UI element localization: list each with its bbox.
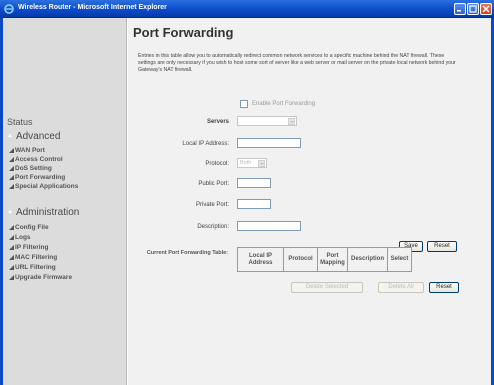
close-icon: [482, 5, 490, 13]
sidebar-item-label: Upgrade Firmware: [15, 274, 73, 281]
minimize-button[interactable]: [454, 3, 466, 15]
minimize-icon: [457, 10, 461, 12]
internet-explorer-icon: [4, 4, 14, 14]
sidebar-item-label: Config File: [15, 224, 49, 231]
table-reset-button[interactable]: Reset: [429, 282, 459, 293]
enable-port-forwarding-label: Enable Port Forwarding: [252, 101, 316, 107]
sidebar-item-label: URL Filtering: [15, 264, 56, 271]
triangle-icon: ▲: [7, 209, 13, 216]
port-forwarding-table-label: Current Port Forwarding Table:: [146, 250, 228, 256]
local-ip-input[interactable]: [237, 138, 301, 148]
window-title: Wireless Router - Microsoft Internet Exp…: [18, 4, 167, 11]
close-button[interactable]: [480, 3, 492, 15]
delete-all-button[interactable]: Delete All: [378, 282, 424, 293]
sidebar-item-dos-setting[interactable]: DoS Setting: [9, 165, 52, 172]
local-ip-label: Local IP Address:: [182, 141, 229, 147]
triangle-icon: ▲: [7, 133, 13, 140]
column-header: Protocol: [283, 247, 318, 272]
servers-label: Servers: [206, 119, 229, 125]
chevron-down-icon: [288, 118, 295, 125]
sidebar-item-config-file[interactable]: Config File: [9, 224, 49, 231]
sidebar-item-url-filtering[interactable]: URL Filtering: [9, 264, 56, 271]
chevron-down-icon: [258, 160, 265, 167]
column-header: Select: [387, 247, 412, 272]
arrow-bullet-icon: [9, 234, 14, 240]
arrow-bullet-icon: [9, 254, 14, 260]
window-titlebar: Wireless Router - Microsoft Internet Exp…: [0, 0, 494, 18]
column-header: Local IP Address: [237, 247, 284, 272]
sidebar: [3, 18, 127, 385]
arrow-bullet-icon: [9, 183, 14, 189]
description-label: Description:: [197, 224, 229, 230]
sidebar-item-logs[interactable]: Logs: [9, 234, 31, 241]
public-port-input[interactable]: [237, 178, 271, 188]
protocol-label: Protocol:: [205, 161, 229, 167]
sidebar-item-wan-port[interactable]: WAN Port: [9, 147, 45, 154]
page-title: Port Forwarding: [133, 25, 234, 40]
arrow-bullet-icon: [9, 147, 14, 153]
table-header-row: Local IP Address Protocol Port Mapping D…: [237, 247, 412, 272]
maximize-button[interactable]: [467, 3, 479, 15]
sidebar-status-link[interactable]: Status: [7, 117, 33, 127]
protocol-select-value: Both: [240, 160, 252, 166]
sidebar-item-mac-filtering[interactable]: MAC Filtering: [9, 254, 57, 261]
reset-button[interactable]: Reset: [427, 241, 457, 252]
column-header: Description: [347, 247, 388, 272]
arrow-bullet-icon: [9, 264, 14, 270]
private-port-input[interactable]: [237, 199, 271, 209]
enable-port-forwarding-checkbox[interactable]: [240, 100, 248, 108]
port-forwarding-table: Local IP Address Protocol Port Mapping D…: [237, 247, 412, 272]
arrow-bullet-icon: [9, 174, 14, 180]
sidebar-group-advanced-label: Advanced: [15, 131, 61, 142]
arrow-bullet-icon: [9, 156, 14, 162]
sidebar-group-administration-label: Administration: [15, 207, 80, 218]
arrow-bullet-icon: [9, 244, 14, 250]
page-description: Entries in this table allow you to autom…: [138, 53, 456, 73]
sidebar-item-port-forwarding[interactable]: Port Forwarding: [9, 174, 65, 181]
protocol-select[interactable]: Both: [237, 158, 267, 168]
sidebar-item-label: WAN Port: [15, 147, 45, 154]
description-input[interactable]: [237, 221, 301, 231]
sidebar-group-advanced[interactable]: ▲ Advanced: [7, 131, 60, 142]
sidebar-item-label: Access Control: [15, 156, 63, 163]
sidebar-item-label: IP Filtering: [15, 244, 49, 251]
maximize-icon: [469, 5, 477, 13]
arrow-bullet-icon: [9, 274, 14, 280]
sidebar-item-label: MAC Filtering: [15, 254, 58, 261]
public-port-label: Public Port:: [198, 181, 229, 187]
servers-select[interactable]: [237, 116, 297, 126]
sidebar-group-administration[interactable]: ▲ Administration: [7, 207, 79, 218]
private-port-label: Private Port:: [195, 202, 229, 208]
delete-selected-button[interactable]: Delete Selected: [291, 282, 363, 293]
arrow-bullet-icon: [9, 165, 14, 171]
arrow-bullet-icon: [9, 224, 14, 230]
sidebar-item-access-control[interactable]: Access Control: [9, 156, 63, 163]
sidebar-item-label: Special Applications: [15, 183, 79, 190]
sidebar-item-special-applications[interactable]: Special Applications: [9, 183, 78, 190]
sidebar-item-label: Port Forwarding: [15, 174, 66, 181]
sidebar-item-upgrade-firmware[interactable]: Upgrade Firmware: [9, 274, 72, 281]
sidebar-item-ip-filtering[interactable]: IP Filtering: [9, 244, 48, 251]
column-header: Port Mapping: [317, 247, 348, 272]
sidebar-item-label: DoS Setting: [15, 165, 52, 172]
sidebar-item-label: Logs: [15, 234, 31, 241]
